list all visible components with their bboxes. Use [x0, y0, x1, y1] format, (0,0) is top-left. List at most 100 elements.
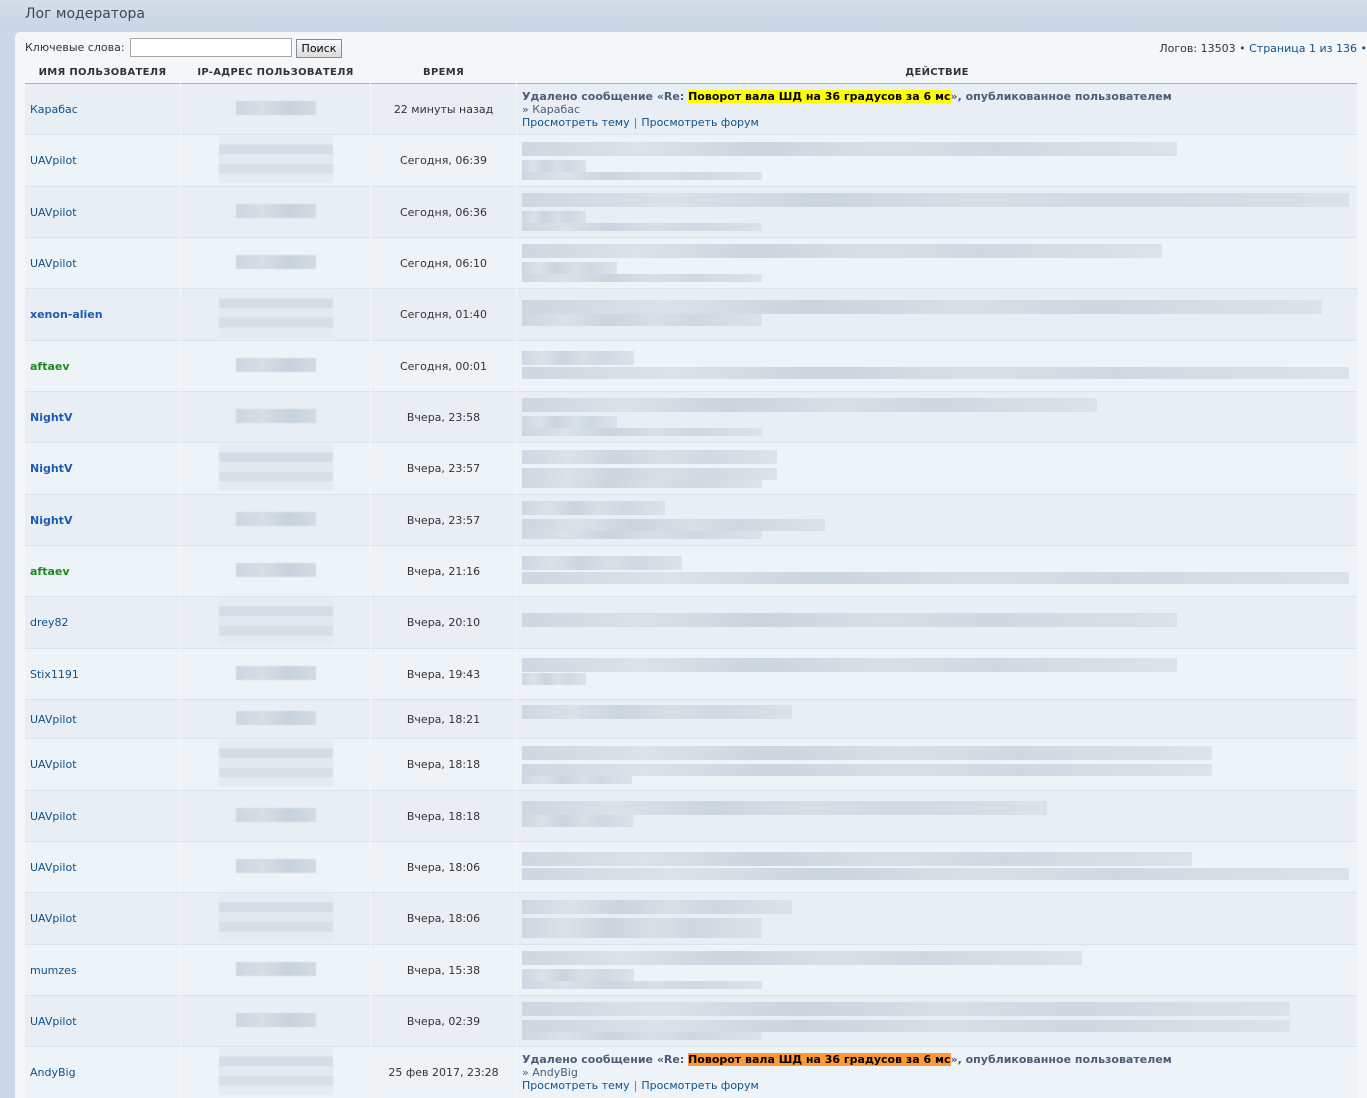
table-row: NightV Вчера, 23:57	[25, 495, 1357, 546]
username-link[interactable]: Stix1191	[30, 668, 79, 681]
time-cell: Сегодня, 00:01	[371, 341, 516, 392]
user-cell: UAVpilot	[25, 187, 180, 238]
redacted-ip	[235, 408, 316, 423]
search-button[interactable]: Поиск	[295, 38, 343, 58]
username-link[interactable]: AndyBig	[30, 1066, 76, 1079]
redacted-action	[522, 797, 1349, 835]
action-cell	[517, 791, 1357, 842]
table-row: aftaev Вчера, 21:16	[25, 546, 1357, 597]
action-description: Удалено сообщение «Re: Поворот вала ШД н…	[522, 1053, 1172, 1066]
action-cell	[517, 597, 1357, 649]
view-topic-link[interactable]: Просмотреть тему	[522, 1079, 630, 1092]
redacted-ip	[235, 357, 316, 372]
username-link[interactable]: UAVpilot	[30, 912, 77, 925]
user-cell: Карабас	[25, 84, 180, 135]
table-row: UAVpilot Сегодня, 06:10	[25, 238, 1357, 289]
column-header-time: Время	[371, 62, 516, 84]
table-row: NightV Вчера, 23:58	[25, 392, 1357, 443]
ip-cell	[181, 238, 370, 289]
user-cell: UAVpilot	[25, 791, 180, 842]
redacted-ip	[218, 1047, 333, 1095]
view-forum-link[interactable]: Просмотреть форум	[641, 1079, 759, 1092]
username-link[interactable]: UAVpilot	[30, 154, 77, 167]
highlighted-topic: Поворот вала ШД на 36 градусов за 6 мс	[688, 89, 951, 103]
view-topic-link[interactable]: Просмотреть тему	[522, 116, 630, 129]
redacted-ip	[218, 443, 333, 491]
table-row: mumzes Вчера, 15:38	[25, 945, 1357, 996]
username-link[interactable]: xenon-alien	[30, 308, 103, 321]
ip-cell	[181, 700, 370, 739]
action-cell	[517, 341, 1357, 392]
user-cell: UAVpilot	[25, 238, 180, 289]
user-cell: Stix1191	[25, 649, 180, 700]
table-row: UAVpilot Сегодня, 06:36	[25, 187, 1357, 238]
username-link[interactable]: Карабас	[30, 103, 78, 116]
time-cell: Вчера, 18:06	[371, 842, 516, 893]
column-header-user: Имя пользователя	[25, 62, 180, 84]
action-description: Удалено сообщение «Re: Поворот вала ШД н…	[522, 89, 1172, 103]
table-row: aftaev Сегодня, 00:01	[25, 341, 1357, 392]
redacted-action	[522, 193, 1349, 231]
table-row: Карабас 22 минуты назад Удалено сообщение …	[25, 84, 1357, 135]
username-link[interactable]: UAVpilot	[30, 758, 77, 771]
page-title: Лог модератора	[25, 6, 145, 22]
redacted-ip	[218, 135, 333, 183]
username-link[interactable]: UAVpilot	[30, 257, 77, 270]
ip-cell	[181, 135, 370, 187]
action-cell	[517, 739, 1357, 791]
highlighted-topic: Поворот вала ШД на 36 градусов за 6 мс	[688, 1053, 951, 1066]
redacted-ip	[218, 597, 333, 645]
username-link[interactable]: UAVpilot	[30, 861, 77, 874]
redacted-ip	[235, 203, 316, 218]
user-cell: UAVpilot	[25, 842, 180, 893]
moderator-log-table: Имя пользователя IP-адрес пользователя В…	[24, 62, 1358, 1098]
action-cell: Удалено сообщение «Re: Поворот вала ШД н…	[517, 84, 1357, 135]
redacted-action	[522, 951, 1349, 989]
time-cell: Вчера, 19:43	[371, 649, 516, 700]
action-links: Просмотреть тему | Просмотреть форум	[522, 116, 1357, 129]
column-header-ip: IP-адрес пользователя	[181, 62, 370, 84]
username-link[interactable]: NightV	[30, 462, 72, 475]
ip-cell	[181, 341, 370, 392]
page-link[interactable]: Страница 1 из 136	[1249, 42, 1357, 55]
ip-cell	[181, 187, 370, 238]
redacted-action	[522, 655, 1349, 693]
username-link[interactable]: UAVpilot	[30, 713, 77, 726]
ip-cell	[181, 289, 370, 341]
action-cell	[517, 238, 1357, 289]
redacted-ip	[218, 893, 333, 941]
username-link[interactable]: aftaev	[30, 565, 70, 578]
redacted-ip	[235, 710, 316, 725]
action-author: » Карабас	[522, 102, 581, 116]
username-link[interactable]: aftaev	[30, 360, 70, 373]
view-forum-link[interactable]: Просмотреть форум	[641, 116, 759, 129]
username-link[interactable]: UAVpilot	[30, 810, 77, 823]
action-cell	[517, 649, 1357, 700]
table-row: NightV Вчера, 23:57	[25, 443, 1357, 495]
username-link[interactable]: drey82	[30, 616, 69, 629]
user-cell: UAVpilot	[25, 893, 180, 945]
time-cell: Сегодня, 01:40	[371, 289, 516, 341]
username-link[interactable]: mumzes	[30, 964, 77, 977]
redacted-action	[522, 141, 1349, 180]
keywords-input[interactable]	[129, 37, 292, 57]
ip-cell	[181, 443, 370, 495]
redacted-action	[522, 296, 1349, 334]
action-author: » AndyBig	[522, 1066, 578, 1079]
username-link[interactable]: NightV	[30, 411, 72, 424]
ip-cell	[181, 996, 370, 1047]
action-cell	[517, 289, 1357, 341]
time-cell: Вчера, 20:10	[371, 597, 516, 649]
username-link[interactable]: NightV	[30, 514, 72, 527]
user-cell: UAVpilot	[25, 135, 180, 187]
time-cell: 22 минуты назад	[371, 84, 516, 135]
ip-cell	[181, 546, 370, 597]
action-cell	[517, 495, 1357, 546]
redacted-action	[522, 244, 1349, 282]
table-row: UAVpilot Вчера, 18:18	[25, 739, 1357, 791]
username-link[interactable]: UAVpilot	[30, 206, 77, 219]
username-link[interactable]: UAVpilot	[30, 1015, 77, 1028]
redacted-ip	[235, 100, 316, 115]
logs-count: Логов: 13503	[1159, 42, 1236, 55]
action-cell	[517, 135, 1357, 187]
